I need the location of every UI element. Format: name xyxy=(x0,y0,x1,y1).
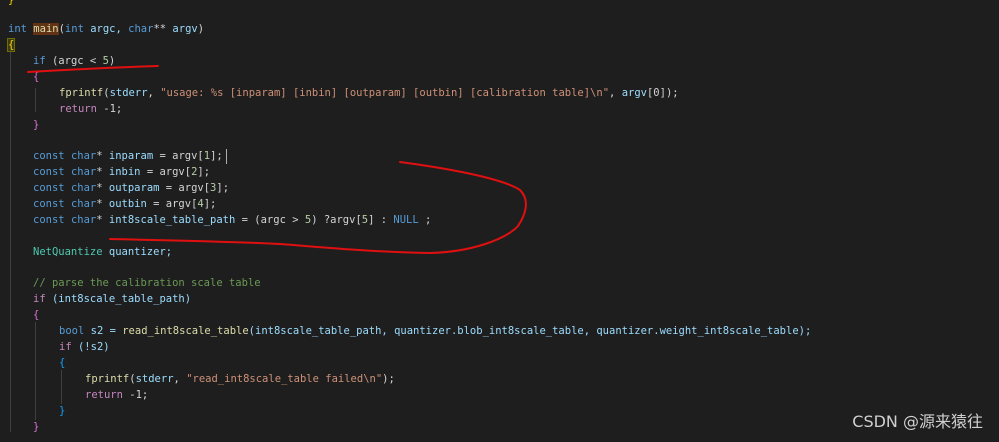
code-line: } xyxy=(59,405,66,417)
code-line-inbin: const char* inbin = argv[2]; xyxy=(33,166,211,178)
code-line: { xyxy=(33,71,40,83)
indent-guide xyxy=(35,88,36,112)
code-line: { xyxy=(33,309,40,321)
code-line-netquantize: NetQuantize quantizer; xyxy=(33,246,173,258)
code-line-fprintf-failed: fprintf(stderr, "read_int8scale_table fa… xyxy=(85,373,395,385)
code-line-outbin: const char* outbin = argv[4]; xyxy=(33,198,217,210)
watermark: CSDN @源来猿往 xyxy=(852,412,983,431)
code-line-inparam: const char* inparam = argv[1]; xyxy=(33,150,223,162)
code-line: } xyxy=(33,421,40,433)
indent-guide xyxy=(10,40,11,432)
code-line-if-argc: if (argc < 5) xyxy=(33,55,116,67)
code-line-main-signature: int main(int argc, char** argv) xyxy=(8,23,205,35)
code-line-if-s2: if (!s2) xyxy=(59,341,110,353)
text-cursor xyxy=(226,149,227,164)
code-line-if-path: if (int8scale_table_path) xyxy=(33,293,192,305)
code-line: } xyxy=(33,119,40,131)
code-line-return: return -1; xyxy=(85,389,149,401)
code-line: { xyxy=(6,38,16,52)
code-line: } xyxy=(8,0,15,6)
code-editor[interactable]: } int main(int argc, char** argv) { if (… xyxy=(0,0,999,442)
code-line-bool-s2: bool s2 = read_int8scale_table(int8scale… xyxy=(59,325,812,337)
code-line-fprintf-usage: fprintf(stderr, "usage: %s [inparam] [in… xyxy=(59,87,679,99)
code-line-return: return -1; xyxy=(59,103,123,115)
code-line: { xyxy=(59,357,66,369)
code-line-int8-path: const char* int8scale_table_path = (argc… xyxy=(33,214,432,226)
indent-guide xyxy=(35,322,36,420)
code-line-outparam: const char* outparam = argv[3]; xyxy=(33,182,230,194)
indent-guide xyxy=(61,370,62,404)
code-line-comment: // parse the calibration scale table xyxy=(33,277,261,289)
